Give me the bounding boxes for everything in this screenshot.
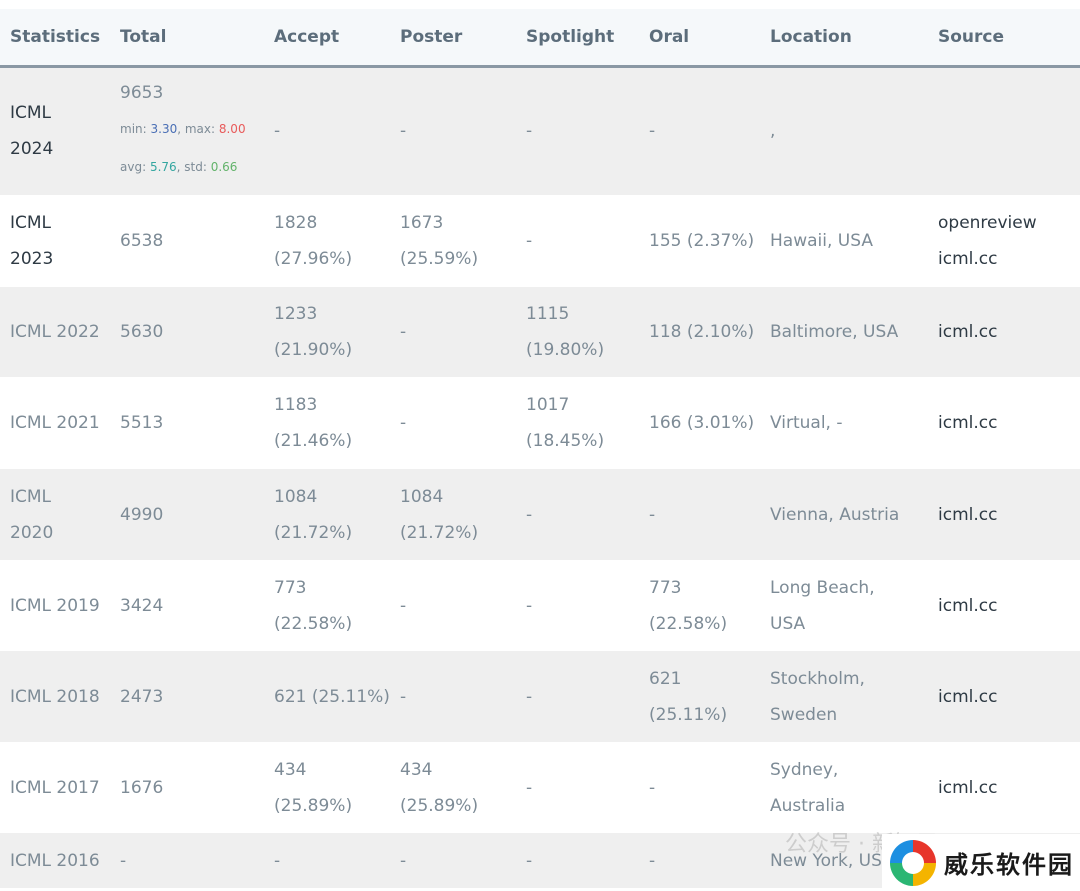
site-logo: 威乐软件园 — [882, 834, 1080, 891]
cell-oral: - — [649, 121, 656, 142]
cell-poster: - — [400, 686, 407, 707]
cell-accept: - — [274, 850, 281, 871]
table-row: ICML 2022 5630 1233 (21.90%) - 1115 (19.… — [0, 287, 1080, 377]
logo-text: 威乐软件园 — [944, 850, 1074, 879]
cell-oral: 621 (25.11%) — [649, 668, 728, 725]
header-row: Statistics Total Accept Poster Spotlight… — [0, 9, 1080, 66]
cell-spotlight: - — [526, 850, 533, 871]
header-spotlight[interactable]: Spotlight — [516, 9, 639, 66]
table-row: ICML 2019 3424 773 (22.58%) - - 773 (22.… — [0, 560, 1080, 651]
cell-oral: 118 (2.10%) — [649, 322, 755, 342]
cell-statistics: ICML 2022 — [10, 322, 100, 342]
table-row: ICML 2018 2473 621 (25.11%) - - 621 (25.… — [0, 651, 1080, 742]
cell-statistics: ICML 2016 — [10, 850, 100, 871]
cell-oral: - — [649, 504, 656, 525]
cell-poster: - — [400, 850, 407, 871]
cell-oral: 166 (3.01%) — [649, 413, 755, 433]
cell-poster: - — [400, 322, 407, 342]
cell-total: 5630 — [120, 322, 164, 342]
cell-poster: 1673 (25.59%) — [400, 213, 479, 269]
cell-spotlight: - — [526, 686, 533, 707]
table-row: ICML 2024 9653 min: 3.30, max: 8.00 avg:… — [0, 66, 1080, 195]
header-oral[interactable]: Oral — [639, 9, 760, 66]
cell-location: Baltimore, USA — [770, 322, 899, 342]
cell-accept: 773 (22.58%) — [274, 577, 353, 634]
cell-statistics: ICML 2020 — [10, 486, 54, 543]
cell-poster: - — [400, 121, 407, 142]
cell-accept: 621 (25.11%) — [274, 686, 390, 707]
cell-location: , — [770, 121, 776, 142]
cell-poster: 1084 (21.72%) — [400, 486, 479, 543]
cell-statistics: ICML 2019 — [10, 595, 100, 616]
cell-oral: - — [649, 777, 656, 798]
cell-source[interactable]: icml.cc — [928, 651, 1080, 742]
header-poster[interactable]: Poster — [390, 9, 516, 66]
cell-location: Virtual, - — [770, 413, 843, 433]
cell-total: 4990 — [120, 504, 164, 525]
avg-std-stats: avg: 5.76, std: 0.66 — [120, 160, 238, 175]
cell-accept: 1084 (21.72%) — [274, 486, 353, 543]
cell-spotlight: - — [526, 777, 533, 798]
cell-spotlight: 1017 (18.45%) — [526, 395, 605, 451]
header-accept[interactable]: Accept — [264, 9, 390, 66]
cell-accept: 1828 (27.96%) — [274, 213, 353, 269]
cell-total: 1676 — [120, 777, 164, 798]
cell-total: 3424 — [120, 595, 164, 616]
min-max-stats: min: 3.30, max: 8.00 — [120, 122, 246, 137]
cell-statistics: ICML 2021 — [10, 413, 100, 433]
cell-source[interactable]: icml.cc — [928, 377, 1080, 469]
cell-source: openreview icml.cc — [928, 195, 1080, 287]
table-row: ICML 2023 6538 1828 (27.96%) 1673 (25.59… — [0, 195, 1080, 287]
cell-accept: 434 (25.89%) — [274, 759, 353, 816]
cell-source[interactable]: icml.cc — [928, 560, 1080, 651]
cell-location: Sydney, Australia — [770, 759, 846, 816]
cell-poster: - — [400, 413, 407, 433]
cell-total: - — [120, 850, 127, 871]
cell-total: 9653 min: 3.30, max: 8.00 avg: 5.76, std… — [110, 66, 264, 195]
cell-source — [928, 66, 1080, 195]
statistics-table: Statistics Total Accept Poster Spotlight… — [0, 9, 1080, 888]
cell-spotlight: - — [526, 121, 533, 142]
cell-location: Long Beach, USA — [770, 577, 875, 634]
cell-source[interactable]: icml.cc — [928, 469, 1080, 560]
cell-accept: - — [274, 121, 281, 142]
cell-statistics: ICML 2023 — [10, 213, 54, 269]
cell-statistics: ICML 2024 — [10, 103, 54, 160]
cell-statistics: ICML 2018 — [10, 686, 100, 707]
table-row: ICML 2020 4990 1084 (21.72%) 1084 (21.72… — [0, 469, 1080, 560]
header-source[interactable]: Source — [928, 9, 1080, 66]
cell-spotlight: - — [526, 595, 533, 616]
header-statistics[interactable]: Statistics — [0, 9, 110, 66]
cell-source[interactable]: icml.cc — [928, 287, 1080, 377]
cell-oral: 773 (22.58%) — [649, 577, 728, 634]
cell-poster: 434 (25.89%) — [400, 759, 479, 816]
total-value: 9653 — [120, 83, 164, 104]
cell-oral: - — [649, 850, 656, 871]
cell-spotlight: - — [526, 231, 533, 251]
table-row: ICML 2017 1676 434 (25.89%) 434 (25.89%)… — [0, 742, 1080, 833]
cell-location: Vienna, Austria — [770, 504, 900, 525]
logo-swirl-icon — [890, 839, 936, 886]
source-link-openreview[interactable]: openreview — [938, 205, 1076, 241]
header-total[interactable]: Total — [110, 9, 264, 66]
cell-location: Hawaii, USA — [770, 231, 873, 251]
cell-statistics: ICML 2017 — [10, 777, 100, 798]
cell-accept: 1183 (21.46%) — [274, 395, 353, 451]
cell-spotlight: 1115 (19.80%) — [526, 304, 605, 360]
cell-total: 2473 — [120, 686, 164, 707]
cell-accept: 1233 (21.90%) — [274, 304, 353, 360]
cell-spotlight: - — [526, 504, 533, 525]
cell-oral: 155 (2.37%) — [649, 231, 755, 251]
header-location[interactable]: Location — [760, 9, 928, 66]
source-link-icml[interactable]: icml.cc — [938, 241, 1076, 277]
table-row: ICML 2021 5513 1183 (21.46%) - 1017 (18.… — [0, 377, 1080, 469]
cell-total: 6538 — [120, 231, 164, 251]
cell-poster: - — [400, 595, 407, 616]
cell-total: 5513 — [120, 413, 164, 433]
cell-source[interactable]: icml.cc — [928, 742, 1080, 833]
cell-location: Stockholm, Sweden — [770, 668, 865, 725]
